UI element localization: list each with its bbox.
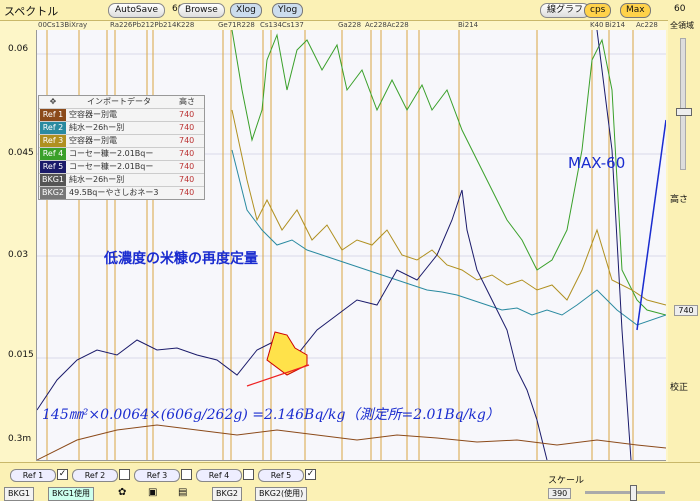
- ref-height: 740: [179, 110, 195, 119]
- ref3-checkbox[interactable]: [181, 469, 192, 480]
- browse-button[interactable]: Browse: [178, 3, 225, 18]
- ref1-checkbox[interactable]: ✓: [57, 469, 68, 480]
- legend-header-height: 高さ: [179, 97, 195, 106]
- y-tick: 0.03: [8, 250, 29, 260]
- ref-name: 純水ー26hー別: [69, 175, 125, 184]
- scale-value: 390: [548, 488, 572, 499]
- window-title: スペクトル: [4, 5, 59, 18]
- lock-icon[interactable]: ▣: [148, 487, 157, 498]
- legend-panel: ✥ インポートデータ 高さ Ref 1 空容器ー別電 740 Ref 2 純水ー…: [38, 95, 205, 200]
- ref-name: 空容器ー別電: [69, 136, 117, 145]
- y-tick: 0.015: [8, 350, 34, 360]
- legend-row[interactable]: Ref 3 空容器ー別電 740: [39, 134, 204, 147]
- formula-annotation: 145㎜²×0.0064×(606g/262g) =2.146Bq/kg（測定所…: [42, 407, 500, 423]
- ref-tag: Ref 5: [40, 161, 66, 173]
- element-label: 00Cs13BiXray: [38, 21, 88, 29]
- bkg2-button[interactable]: BKG2: [212, 487, 243, 501]
- max-toggle[interactable]: Max: [620, 3, 651, 18]
- legend-row[interactable]: BKG2 49.5Bqーやさしおネー3 740: [39, 186, 204, 199]
- legend-row[interactable]: Ref 1 空容器ー別電 740: [39, 108, 204, 121]
- line-graph-button[interactable]: 線グラフ: [540, 3, 591, 18]
- bkg2-use-button[interactable]: BKG2(使用): [255, 487, 308, 501]
- height-label: 高さ: [670, 195, 689, 205]
- ref3-button[interactable]: Ref 3: [134, 469, 180, 482]
- heading-annotation: 低濃度の米糠の再度定量: [104, 251, 258, 267]
- y-tick: 0.06: [8, 44, 29, 54]
- legend-row[interactable]: BKG1 純水ー26hー別 740: [39, 173, 204, 186]
- element-label: Ra226Pb212Pb214K228: [110, 21, 195, 29]
- scale-slider-thumb[interactable]: [630, 485, 637, 501]
- ref-tag: Ref 3: [40, 135, 66, 147]
- element-label: Bi214: [458, 21, 479, 29]
- ref-name: 49.5Bqーやさしおネー3: [69, 188, 159, 197]
- ref-height: 740: [179, 188, 195, 197]
- xlog-toggle[interactable]: Xlog: [230, 3, 262, 18]
- cps-toggle[interactable]: cps: [584, 3, 612, 18]
- legend-row[interactable]: Ref 4 コーセー糠ー2.01Bqー 740: [39, 147, 204, 160]
- right-panel: 全領域 高さ 校正: [668, 20, 700, 500]
- y-tick: 0.3m: [8, 434, 32, 444]
- ref4-button[interactable]: Ref 4: [196, 469, 242, 482]
- ref-height: 740: [179, 162, 195, 171]
- top-right-value: 60: [674, 4, 686, 14]
- element-label: Ac228Ac228: [365, 21, 409, 29]
- ref-height: 740: [179, 149, 195, 158]
- element-label: Ac228: [636, 21, 658, 29]
- autosave-button[interactable]: AutoSave: [108, 3, 165, 18]
- ref-name: コーセー糠ー2.01Bqー: [69, 162, 154, 171]
- bkg1-button[interactable]: BKG1: [4, 487, 35, 501]
- element-label: K40: [590, 21, 604, 29]
- height-slider-track[interactable]: [680, 38, 686, 170]
- bkg1-use-button[interactable]: BKG1使用: [48, 487, 95, 501]
- ref-tag: Ref 2: [40, 122, 66, 134]
- element-label: Ge71R228: [218, 21, 255, 29]
- legend-header-import: インポートデータ: [87, 97, 151, 106]
- ref-tag: BKG1: [40, 174, 66, 186]
- legend-row[interactable]: Ref 5 コーセー糠ー2.01Bqー 740: [39, 160, 204, 173]
- element-label: Cs134Cs137: [260, 21, 304, 29]
- ylog-toggle[interactable]: Ylog: [272, 3, 304, 18]
- height-slider-thumb[interactable]: [676, 108, 692, 116]
- max-annotation: MAX-60: [568, 154, 626, 172]
- y-tick: 0.045: [8, 148, 34, 158]
- scale-slider[interactable]: [585, 491, 665, 494]
- correction-label: 校正: [670, 383, 689, 393]
- ref-tag: Ref 4: [40, 148, 66, 160]
- ref-height: 740: [179, 123, 195, 132]
- height-value: 740: [674, 305, 698, 316]
- ref5-checkbox[interactable]: ✓: [305, 469, 316, 480]
- ref-name: コーセー糠ー2.01Bqー: [69, 149, 154, 158]
- ref-tag: BKG2: [40, 187, 66, 199]
- legend-row[interactable]: Ref 2 純水ー26hー別 740: [39, 121, 204, 134]
- ref-height: 740: [179, 175, 195, 184]
- full-range-label: 全領域: [670, 21, 694, 30]
- ref5-button[interactable]: Ref 5: [258, 469, 304, 482]
- ref4-checkbox[interactable]: [243, 469, 254, 480]
- ref2-button[interactable]: Ref 2: [72, 469, 118, 482]
- ref-name: 純水ー26hー別: [69, 123, 125, 132]
- bottom-bar: Ref 1 ✓ Ref 2 Ref 3 Ref 4 Ref 5 ✓ BKG1 B…: [0, 462, 700, 501]
- element-label: Ga228: [338, 21, 362, 29]
- ref-height: 740: [179, 136, 195, 145]
- ref-tag: Ref 1: [40, 109, 66, 121]
- ref1-button[interactable]: Ref 1: [10, 469, 56, 482]
- ref-name: 空容器ー別電: [69, 110, 117, 119]
- move-icon[interactable]: ✥: [40, 96, 66, 108]
- calendar-icon[interactable]: ▤: [178, 487, 187, 498]
- ref2-checkbox[interactable]: [119, 469, 130, 480]
- scale-label: スケール: [548, 476, 585, 486]
- paw-icon[interactable]: ✿: [118, 487, 126, 498]
- toolbar: スペクトル AutoSave 600 Browse Xlog Ylog 線グラフ…: [0, 0, 700, 21]
- element-label: Bi214: [605, 21, 626, 29]
